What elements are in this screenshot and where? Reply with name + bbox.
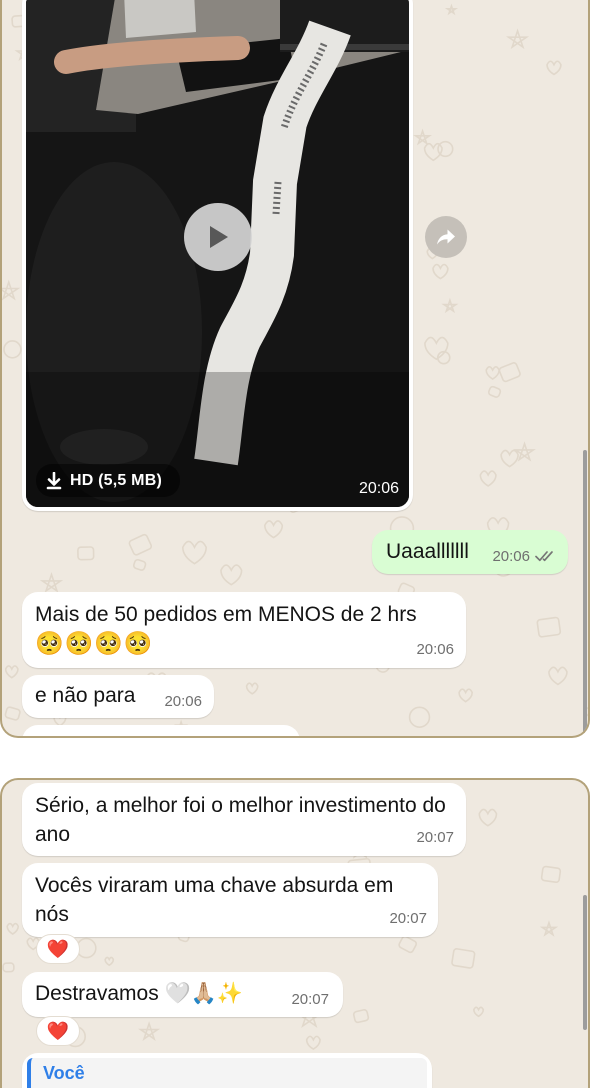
- wallpaper-doodle: [305, 1035, 321, 1051]
- wallpaper-doodle: [3, 340, 22, 359]
- thumb-keyboard: [124, 0, 196, 38]
- wallpaper-doodle: [498, 362, 521, 383]
- message-time: 20:06: [164, 693, 202, 710]
- wallpaper-doodle: [500, 449, 519, 468]
- message-time: 20:07: [416, 829, 454, 846]
- message-text: e não para: [35, 684, 136, 707]
- wallpaper-doodle: [473, 1006, 485, 1018]
- incoming-message[interactable]: Mais de 50 pedidos em MENOS de 2 hrs 🥺🥺🥺…: [22, 592, 466, 668]
- wallpaper-doodle: [548, 666, 568, 686]
- download-icon: [46, 471, 62, 489]
- incoming-message[interactable]: Vocês viraram uma chave absurda em nós 2…: [22, 863, 438, 937]
- message-time: 20:07: [291, 991, 329, 1008]
- message-time: 20:07: [389, 910, 427, 927]
- wallpaper-doodle: [398, 935, 418, 954]
- wallpaper-doodle: [479, 470, 497, 487]
- reaction-badge[interactable]: ❤️: [36, 1016, 80, 1046]
- message-time: 20:06: [358, 480, 399, 497]
- message-text: Destravamos 🤍🙏🏼✨: [35, 982, 243, 1005]
- wallpaper-doodle: [264, 520, 284, 539]
- message-text: Sério, a melhor foi o melhor investiment…: [35, 794, 446, 846]
- wallpaper-doodle: [485, 366, 500, 380]
- wallpaper-doodle: [432, 263, 449, 280]
- incoming-message[interactable]: e não para 20:06: [22, 675, 214, 718]
- message-text: Mais de 50 pedidos em MENOS de 2 hrs: [35, 603, 417, 626]
- video-message[interactable]: HD (5,5 MB) 20:06: [22, 0, 413, 511]
- message-emoji-line: 🥺🥺🥺🥺: [35, 630, 154, 656]
- reply-quote[interactable]: Você: [27, 1058, 427, 1088]
- wallpaper-doodle: [4, 706, 21, 721]
- forward-icon: [437, 229, 455, 245]
- thumb-arm: [54, 36, 250, 74]
- message-text: Vocês viraram uma chave absurda em nós: [35, 874, 394, 926]
- wallpaper-doodle: [220, 564, 243, 586]
- message-time: 20:06: [492, 548, 530, 565]
- incoming-message-partial[interactable]: [22, 725, 300, 736]
- wallpaper-doodle: [104, 956, 115, 967]
- message-text: Uaaalllllll: [386, 540, 469, 563]
- chat-screenshot-bottom: Sério, a melhor foi o melhor investiment…: [0, 778, 590, 1088]
- wallpaper-doodle: [424, 336, 449, 361]
- wallpaper-doodle: [478, 808, 498, 827]
- wallpaper-doodle: [2, 962, 15, 973]
- wallpaper-doodle: [546, 60, 562, 76]
- wallpaper-doodle: [413, 128, 432, 146]
- wallpaper-doodle: [77, 546, 95, 561]
- wallpaper-doodle: [408, 706, 431, 728]
- chat-screenshot-top: HD (5,5 MB) 20:06 Uaaalllllll 20:06 Mais…: [0, 0, 590, 738]
- download-hd-button[interactable]: HD (5,5 MB): [36, 464, 180, 497]
- wallpaper-doodle: [444, 3, 459, 16]
- wallpaper-doodle: [487, 385, 502, 398]
- wallpaper-doodle: [505, 28, 530, 50]
- wallpaper-doodle: [6, 922, 20, 935]
- reply-message-partial[interactable]: Você: [22, 1053, 432, 1088]
- video-player[interactable]: HD (5,5 MB) 20:06: [26, 0, 409, 507]
- reaction-badge[interactable]: ❤️: [36, 934, 80, 964]
- message-time: 20:06: [416, 641, 454, 658]
- wallpaper-doodle: [4, 665, 19, 679]
- wallpaper-doodle: [451, 948, 476, 969]
- double-check-icon: [535, 551, 553, 562]
- forward-button[interactable]: [425, 216, 467, 258]
- wallpaper-doodle: [536, 616, 562, 638]
- video-size-label: HD (5,5 MB): [70, 471, 162, 489]
- outgoing-message[interactable]: Uaaalllllll 20:06: [372, 530, 568, 574]
- incoming-message[interactable]: Destravamos 🤍🙏🏼✨ 20:07: [22, 972, 343, 1017]
- scrollbar[interactable]: [583, 450, 587, 735]
- reply-sender: Você: [43, 1063, 85, 1083]
- play-button[interactable]: [184, 203, 252, 271]
- wallpaper-doodle: [352, 1009, 370, 1024]
- wallpaper-doodle: [132, 558, 147, 571]
- wallpaper-doodle: [138, 1021, 161, 1041]
- play-icon: [210, 226, 228, 248]
- wallpaper-doodle: [458, 688, 473, 703]
- wallpaper-doodle: [128, 533, 153, 556]
- incoming-message[interactable]: Sério, a melhor foi o melhor investiment…: [22, 783, 466, 856]
- wallpaper-doodle: [245, 682, 259, 695]
- wallpaper-doodle: [39, 571, 64, 593]
- wallpaper-doodle: [2, 279, 21, 301]
- wallpaper-doodle: [441, 297, 459, 314]
- wallpaper-doodle: [181, 540, 207, 565]
- wallpaper-doodle: [539, 920, 559, 937]
- scrollbar[interactable]: [583, 895, 587, 1030]
- wallpaper-doodle: [540, 865, 562, 884]
